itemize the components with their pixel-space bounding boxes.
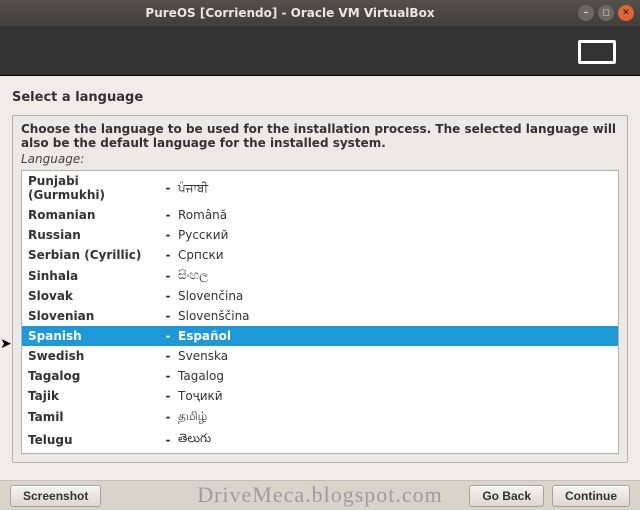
language-row[interactable]: Tamil-தமிழ் [22,406,618,428]
language-native-name: தமிழ் [178,409,207,425]
language-row[interactable]: Russian-Русский [22,225,618,245]
separator: - [158,433,178,447]
language-native-name: Тоҷикӣ [178,389,223,403]
language-english-name: Telugu [28,433,158,447]
close-button[interactable]: ✕ [618,5,634,21]
window-titlebar: PureOS [Corriendo] - Oracle VM VirtualBo… [0,0,640,26]
language-native-name: Српски [178,248,224,262]
language-row[interactable]: Serbian (Cyrillic)-Српски [22,245,618,265]
language-native-name: සිංහල [178,268,208,283]
language-native-name: ਪੰਜਾਬੀ [178,181,208,196]
separator: - [158,369,178,383]
separator: - [158,410,178,424]
separator: - [158,248,178,262]
instruction-text: Choose the language to be used for the i… [21,122,619,150]
installer-header-band [0,26,640,76]
language-english-name: Russian [28,228,158,242]
language-english-name: Tagalog [28,369,158,383]
continue-button[interactable]: Continue [552,485,630,507]
language-row[interactable]: Slovak-Slovenčina [22,286,618,306]
language-row[interactable]: Sinhala-සිංහල [22,265,618,286]
language-native-name: Tagalog [178,369,224,383]
language-english-name: Swedish [28,349,158,363]
language-english-name: Tamil [28,410,158,424]
separator: - [158,389,178,403]
page-title: Select a language [12,90,628,105]
language-english-name: Slovak [28,289,158,303]
separator: - [158,349,178,363]
language-native-name: Español [178,329,231,343]
language-row[interactable]: Tagalog-Tagalog [22,366,618,386]
language-english-name: Punjabi (Gurmukhi) [28,174,158,202]
maximize-button[interactable]: ◻ [598,5,614,21]
language-list-label: Language: [21,152,619,166]
language-chooser-panel: Choose the language to be used for the i… [12,115,628,463]
screenshot-button[interactable]: Screenshot [10,485,101,507]
language-row[interactable]: Punjabi (Gurmukhi)-ਪੰਜਾਬੀ [22,171,618,205]
language-listbox: Punjabi (Gurmukhi)-ਪੰਜਾਬੀRomanian-Română… [21,170,619,454]
language-row[interactable]: Telugu-తెలుగు [22,428,618,451]
language-row[interactable]: Romanian-Română [22,205,618,225]
language-native-name: Slovenščina [178,309,250,323]
separator: - [158,309,178,323]
language-native-name: తెలుగు [178,431,211,448]
language-english-name: Slovenian [28,309,158,323]
separator: - [158,208,178,222]
logo-placeholder-icon [578,40,616,64]
language-english-name: Sinhala [28,269,158,283]
language-row[interactable]: Slovenian-Slovenščina [22,306,618,326]
separator: - [158,228,178,242]
language-row[interactable]: Tajik-Тоҷикӣ [22,386,618,406]
language-native-name: Svenska [178,349,228,363]
language-english-name: Spanish [28,329,158,343]
language-scroll-area[interactable]: Punjabi (Gurmukhi)-ਪੰਜਾਬੀRomanian-Română… [22,171,618,453]
separator: - [158,329,178,343]
language-row[interactable]: Swedish-Svenska [22,346,618,366]
window-title: PureOS [Corriendo] - Oracle VM VirtualBo… [6,6,574,20]
language-native-name: Slovenčina [178,289,243,303]
minimize-button[interactable]: – [578,5,594,21]
language-row[interactable]: Spanish-Español [22,326,618,346]
language-native-name: Русский [178,228,228,242]
language-english-name: Tajik [28,389,158,403]
language-native-name: Română [178,208,227,222]
separator: - [158,181,178,195]
installer-content: Select a language Choose the language to… [0,76,640,480]
separator: - [158,289,178,303]
separator: - [158,269,178,283]
language-english-name: Romanian [28,208,158,222]
go-back-button[interactable]: Go Back [469,485,544,507]
language-english-name: Serbian (Cyrillic) [28,248,158,262]
language-row[interactable]: Thai-ภาษาไทย [22,451,618,453]
bottom-toolbar: Screenshot Go Back Continue [0,480,640,510]
